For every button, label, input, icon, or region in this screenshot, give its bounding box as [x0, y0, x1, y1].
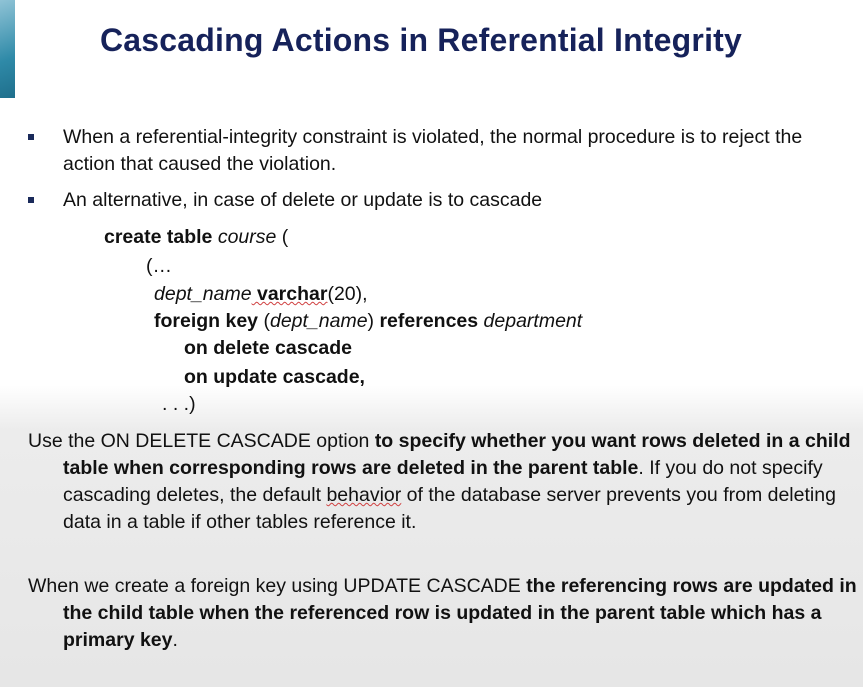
- code-keyword: foreign key: [154, 310, 259, 332]
- text: behavior: [326, 484, 402, 506]
- slide-title: Cascading Actions in Referential Integri…: [100, 22, 743, 58]
- code-keyword: create table: [104, 226, 213, 248]
- code-line: on update cascade,: [184, 366, 365, 388]
- code-keyword: references: [379, 310, 479, 332]
- code-ident: dept_name: [269, 310, 368, 332]
- code-ident: dept_name: [154, 283, 252, 305]
- bullet-item: When a referential-integrity constraint …: [28, 124, 848, 178]
- code-text: (: [281, 226, 289, 248]
- text: Use the ON DELETE CASCADE option: [28, 430, 375, 452]
- text: .: [172, 629, 178, 651]
- code-line: on delete cascade: [184, 337, 352, 359]
- paragraph-on-delete: Use the ON DELETE CASCADE option to spec…: [28, 428, 863, 536]
- code-ident: department: [478, 310, 583, 332]
- code-line: . . .): [162, 393, 196, 415]
- code-text: ): [367, 310, 380, 332]
- bullet-square-icon: [28, 197, 34, 203]
- paragraph-on-update: When we create a foreign key using UPDAT…: [28, 573, 863, 654]
- text: When we create a foreign key using UPDAT…: [28, 575, 527, 597]
- bullet-item: An alternative, in case of delete or upd…: [28, 187, 848, 214]
- slide-corner-image: [0, 0, 15, 98]
- code-keyword: varchar: [251, 283, 328, 305]
- code-line: (…: [146, 255, 172, 277]
- bullet-square-icon: [28, 134, 34, 140]
- code-text: (: [258, 310, 270, 332]
- code-ident: course: [212, 226, 282, 248]
- code-text: (20),: [327, 283, 368, 305]
